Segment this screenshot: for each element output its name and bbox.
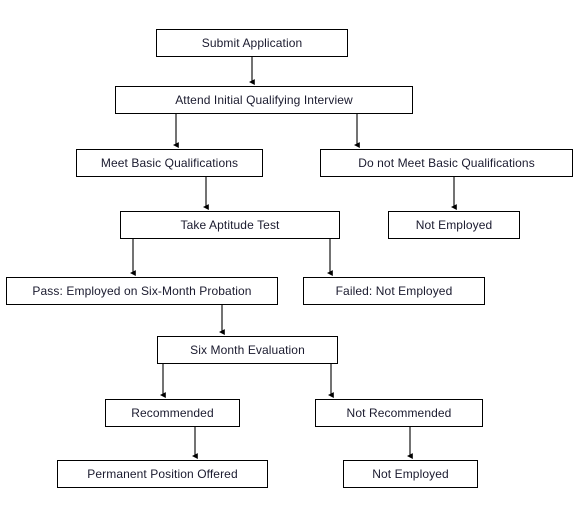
flow-node-label: Attend Initial Qualifying Interview — [175, 93, 353, 107]
flow-node-label: Six Month Evaluation — [190, 343, 305, 357]
flow-node-label: Failed: Not Employed — [335, 284, 453, 298]
flow-node-permanent_position[interactable]: Permanent Position Offered — [57, 460, 268, 488]
flow-node-label: Permanent Position Offered — [87, 467, 238, 481]
flow-node-label: Pass: Employed on Six-Month Probation — [32, 284, 252, 298]
flow-node-submit_application[interactable]: Submit Application — [156, 29, 348, 57]
flow-node-recommended[interactable]: Recommended — [105, 399, 240, 427]
flow-node-do_not_meet_basic_quals[interactable]: Do not Meet Basic Qualifications — [320, 149, 573, 177]
flow-node-not_recommended[interactable]: Not Recommended — [315, 399, 483, 427]
flow-node-take_aptitude_test[interactable]: Take Aptitude Test — [120, 211, 340, 239]
flow-node-failed_not_employed[interactable]: Failed: Not Employed — [303, 277, 485, 305]
flowchart-canvas: Submit Application Attend Initial Qualify… — [0, 0, 586, 521]
flow-node-label: Meet Basic Qualifications — [100, 156, 239, 170]
flowchart-connector-layer — [130, 57, 457, 459]
flow-node-label: Take Aptitude Test — [180, 218, 280, 232]
flow-node-pass_probation[interactable]: Pass: Employed on Six-Month Probation — [6, 277, 278, 305]
flow-node-not_employed_quals[interactable]: Not Employed — [388, 211, 520, 239]
flow-node-label: Do not Meet Basic Qualifications — [358, 156, 535, 170]
flow-node-label: Not Employed — [372, 467, 449, 481]
flow-node-not_employed_final[interactable]: Not Employed — [343, 460, 478, 488]
flow-node-label: Recommended — [131, 406, 214, 420]
flow-node-six_month_evaluation[interactable]: Six Month Evaluation — [157, 336, 338, 364]
flow-node-label: Not Recommended — [346, 406, 452, 420]
flow-node-meet_basic_quals[interactable]: Meet Basic Qualifications — [76, 149, 263, 177]
flow-node-label: Submit Application — [201, 36, 303, 50]
connector-group — [130, 57, 457, 459]
flow-node-attend_interview[interactable]: Attend Initial Qualifying Interview — [115, 86, 413, 114]
flow-node-label: Not Employed — [415, 218, 493, 232]
